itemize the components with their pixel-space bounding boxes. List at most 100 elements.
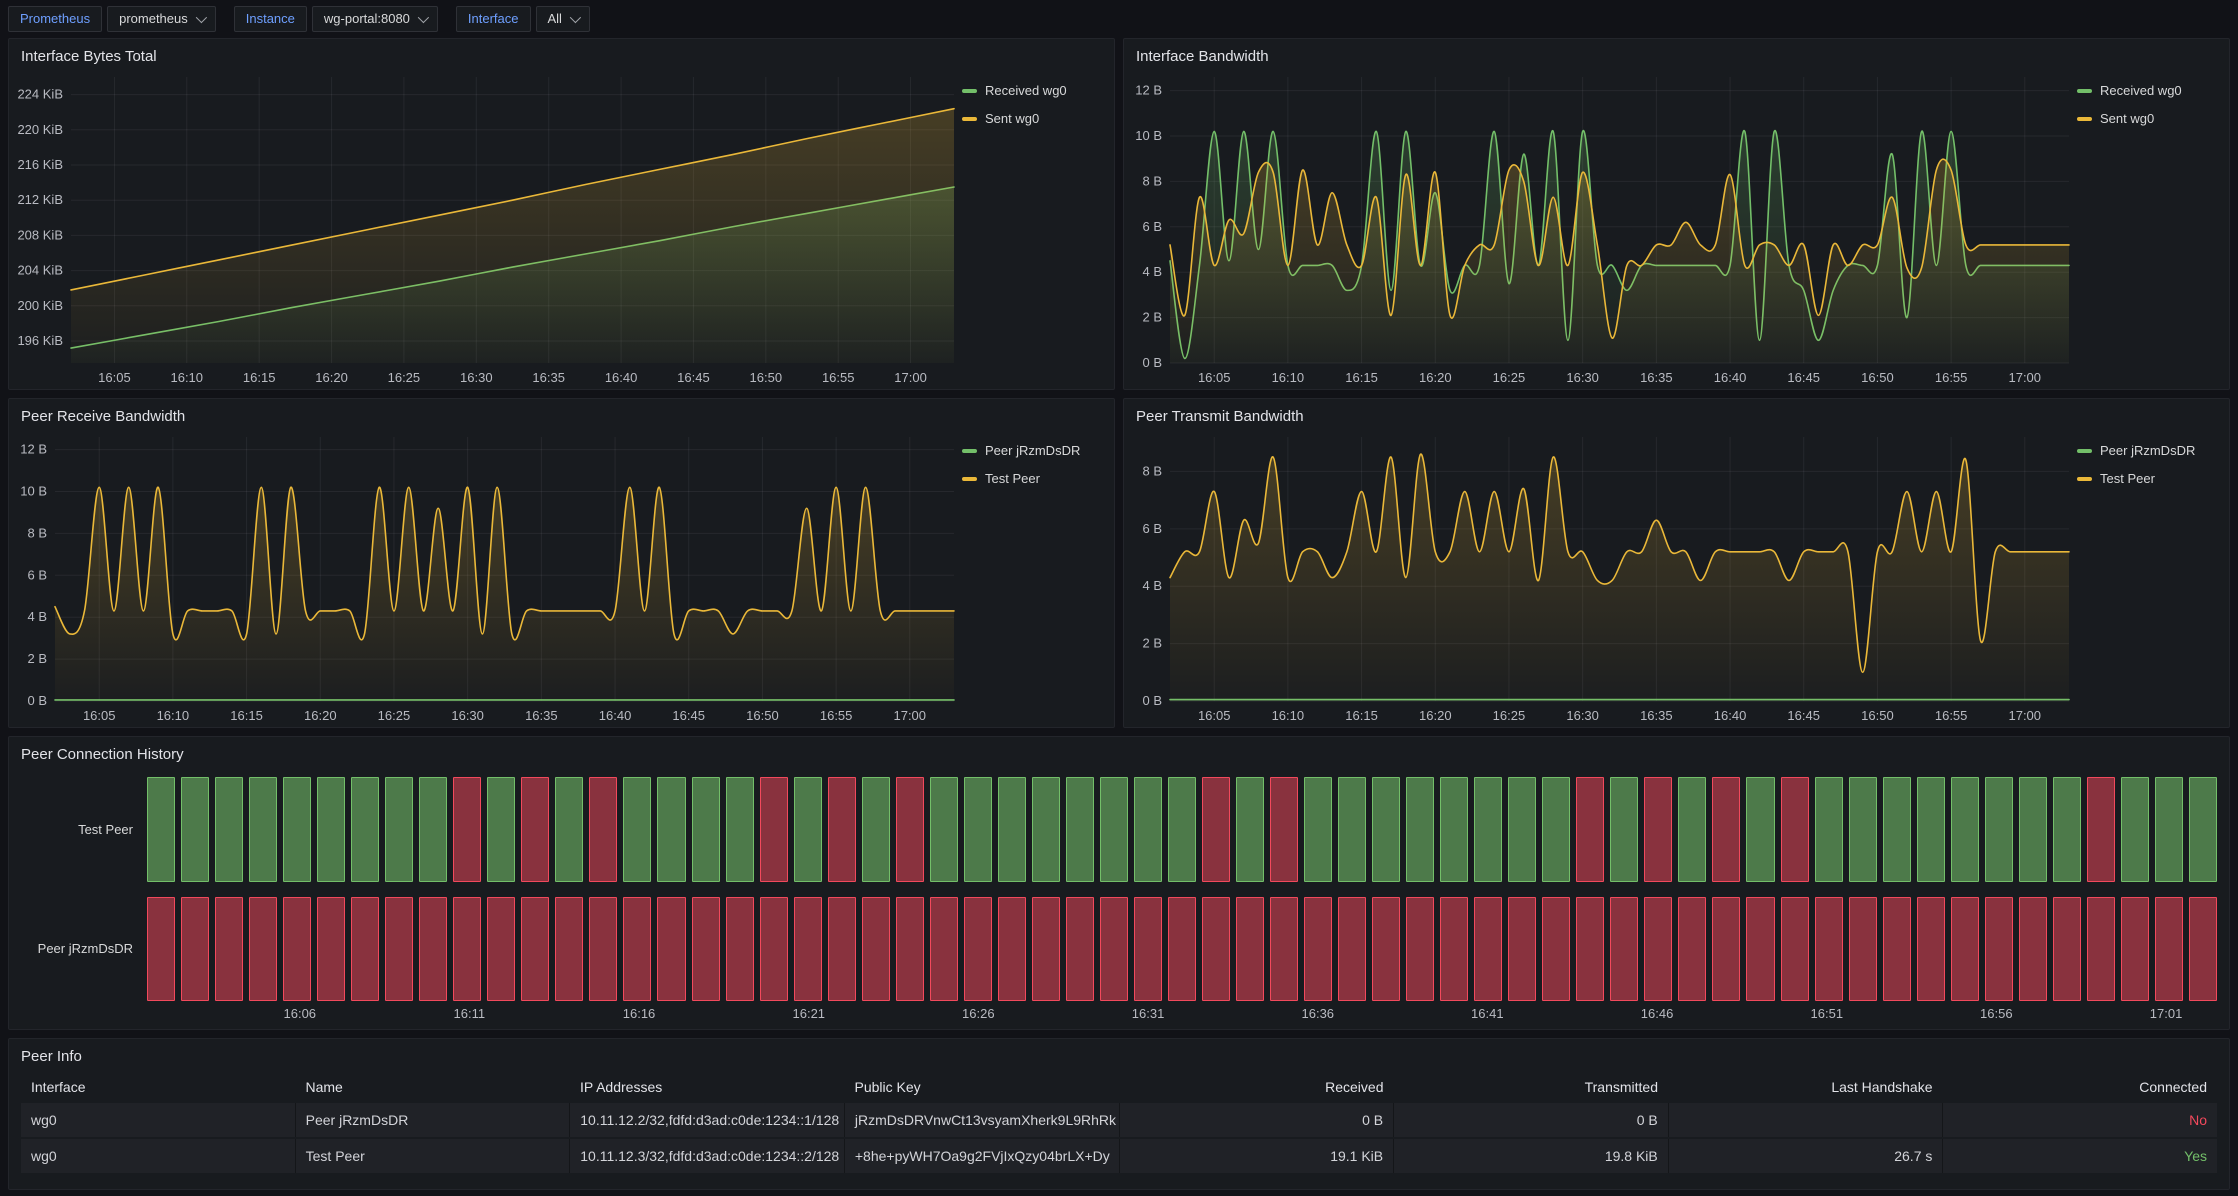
status-bar-down [1712, 897, 1740, 1002]
series-swatch [2077, 477, 2092, 481]
status-bar-down [1712, 777, 1740, 882]
x-axis-tick: 16:36 [1302, 1006, 1335, 1021]
svg-text:16:50: 16:50 [746, 708, 779, 723]
svg-text:16:40: 16:40 [1714, 370, 1747, 385]
table-cell: Peer jRzmDsDR [296, 1103, 571, 1137]
status-bar-up [1168, 777, 1196, 882]
svg-text:12 B: 12 B [20, 442, 47, 457]
legend-item-peer-jrzmdsdr[interactable]: Peer jRzmDsDR [962, 443, 1104, 458]
x-axis-tick: 16:56 [1980, 1006, 2013, 1021]
column-header-name[interactable]: Name [296, 1079, 571, 1095]
status-bar-up [1610, 777, 1638, 882]
status-bar-up [1440, 777, 1468, 882]
status-bar-down [862, 897, 890, 1002]
legend-item-test-peer[interactable]: Test Peer [2077, 471, 2219, 486]
status-bar-down [589, 777, 617, 882]
peer-connection-history-chart[interactable]: Test Peer Peer jRzmDsDR 16:0616:1116:161… [9, 765, 2229, 1029]
column-header-connected[interactable]: Connected [1943, 1079, 2218, 1095]
svg-text:16:40: 16:40 [1714, 708, 1747, 723]
svg-text:204 KiB: 204 KiB [17, 263, 63, 278]
status-bar-down [1576, 897, 1604, 1002]
chevron-down-icon [570, 12, 581, 23]
status-bar-up [1815, 777, 1843, 882]
svg-text:2 B: 2 B [27, 651, 47, 666]
svg-text:224 KiB: 224 KiB [17, 87, 63, 102]
peer-transmit-bandwidth-chart[interactable]: 0 B2 B4 B6 B8 B16:0516:1016:1516:2016:25… [1124, 427, 2077, 727]
svg-text:6 B: 6 B [27, 567, 47, 582]
legend-item-peer-jrzmdsdr[interactable]: Peer jRzmDsDR [2077, 443, 2219, 458]
series-swatch [2077, 89, 2092, 93]
svg-text:196 KiB: 196 KiB [17, 333, 63, 348]
svg-text:16:50: 16:50 [750, 370, 783, 385]
status-bar-up [1508, 777, 1536, 882]
interface-select[interactable]: All [536, 6, 590, 32]
panel-title[interactable]: Peer Info [9, 1039, 2229, 1067]
status-bar-down [2189, 897, 2217, 1002]
status-bar-down [1883, 897, 1911, 1002]
status-bar-up [1542, 777, 1570, 882]
column-header-ip-addresses[interactable]: IP Addresses [570, 1079, 845, 1095]
table-cell: 19.8 KiB [1394, 1139, 1669, 1173]
status-bar-down [1542, 897, 1570, 1002]
status-bar-down [1815, 897, 1843, 1002]
column-header-interface[interactable]: Interface [21, 1079, 296, 1095]
svg-text:10 B: 10 B [20, 483, 47, 498]
panel-title[interactable]: Peer Receive Bandwidth [9, 399, 1114, 427]
panel-grid: Interface Bytes Total 196 KiB200 KiB204 … [0, 38, 2238, 1190]
status-bar-down [2155, 897, 2183, 1002]
svg-text:16:20: 16:20 [304, 708, 337, 723]
status-bar-down [1202, 897, 1230, 1002]
legend-label: Test Peer [2100, 471, 2155, 486]
panel-title[interactable]: Peer Transmit Bandwidth [1124, 399, 2229, 427]
legend-item-received-wg0[interactable]: Received wg0 [2077, 83, 2219, 98]
svg-text:216 KiB: 216 KiB [17, 157, 63, 172]
status-bar-up [1406, 777, 1434, 882]
legend-item-sent-wg0[interactable]: Sent wg0 [2077, 111, 2219, 126]
svg-text:16:05: 16:05 [83, 708, 116, 723]
status-bar-down [521, 777, 549, 882]
svg-text:2 B: 2 B [1142, 310, 1162, 325]
svg-text:16:15: 16:15 [1345, 708, 1378, 723]
status-bar-down [2019, 897, 2047, 1002]
table-cell: 26.7 s [1669, 1139, 1944, 1173]
series-swatch [962, 449, 977, 453]
interface-bytes-total-chart[interactable]: 196 KiB200 KiB204 KiB208 KiB212 KiB216 K… [9, 67, 962, 389]
column-header-transmitted[interactable]: Transmitted [1394, 1079, 1669, 1095]
status-bar-up [1304, 777, 1332, 882]
status-bar-up [862, 777, 890, 882]
svg-text:0 B: 0 B [1142, 693, 1162, 708]
datasource-select[interactable]: prometheus [107, 6, 216, 32]
svg-text:16:20: 16:20 [315, 370, 348, 385]
svg-text:16:15: 16:15 [243, 370, 276, 385]
status-bar-down [1236, 897, 1264, 1002]
svg-text:16:25: 16:25 [1493, 370, 1526, 385]
column-header-last-handshake[interactable]: Last Handshake [1668, 1079, 1943, 1095]
svg-text:16:35: 16:35 [1640, 370, 1673, 385]
status-bar-down [1781, 777, 1809, 882]
status-bar-down [1508, 897, 1536, 1002]
instance-select[interactable]: wg-portal:8080 [312, 6, 438, 32]
svg-text:16:25: 16:25 [378, 708, 411, 723]
instance-value: wg-portal:8080 [324, 7, 410, 31]
legend-item-test-peer[interactable]: Test Peer [962, 471, 1104, 486]
legend-item-received-wg0[interactable]: Received wg0 [962, 83, 1104, 98]
svg-text:16:10: 16:10 [157, 708, 190, 723]
legend-label: Sent wg0 [2100, 111, 2154, 126]
svg-text:16:45: 16:45 [672, 708, 705, 723]
status-bar-down [726, 897, 754, 1002]
series-swatch [962, 117, 977, 121]
panel-title[interactable]: Peer Connection History [9, 737, 2229, 765]
legend-label: Sent wg0 [985, 111, 1039, 126]
interface-bandwidth-chart[interactable]: 0 B2 B4 B6 B8 B10 B12 B16:0516:1016:1516… [1124, 67, 2077, 389]
column-header-public-key[interactable]: Public Key [845, 1079, 1120, 1095]
panel-title[interactable]: Interface Bytes Total [9, 39, 1114, 67]
table-cell: Yes [1943, 1139, 2217, 1173]
status-bar-down [1304, 897, 1332, 1002]
column-header-received[interactable]: Received [1119, 1079, 1394, 1095]
legend-item-sent-wg0[interactable]: Sent wg0 [962, 111, 1104, 126]
peer-receive-bandwidth-chart[interactable]: 0 B2 B4 B6 B8 B10 B12 B16:0516:1016:1516… [9, 427, 962, 727]
status-bar-down [1338, 897, 1366, 1002]
status-bar-down [1644, 777, 1672, 882]
status-bar-down [351, 897, 379, 1002]
panel-title[interactable]: Interface Bandwidth [1124, 39, 2229, 67]
